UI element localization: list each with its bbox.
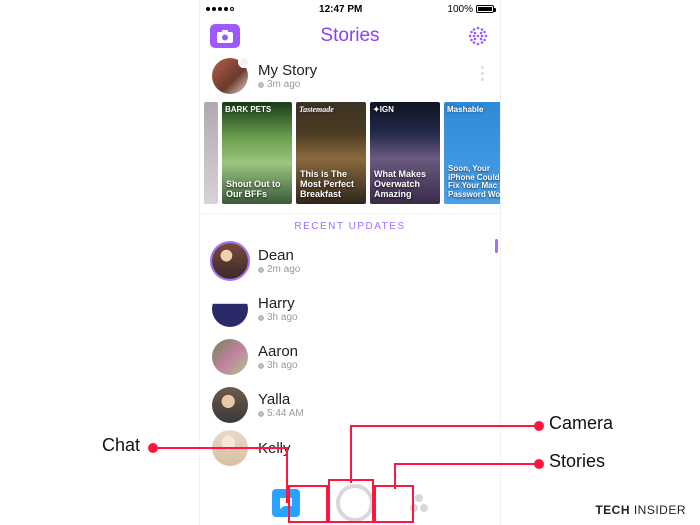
watermark-bold: TECH [595,503,630,517]
friend-avatar [212,339,248,375]
anno-chat-label: Chat [102,435,140,456]
discover-brand: BARK PETS [225,105,289,114]
discover-grid-button[interactable] [466,24,490,48]
discover-caption: Soon, Your iPhone Could Fix Your Mac Pas… [448,165,500,200]
battery-indicator: 100% [447,4,494,15]
my-story-time: 3m ago [258,79,317,90]
friend-row[interactable]: Yalla 5:44 AM [200,381,500,429]
anno-line [394,463,536,465]
scroll-indicator [495,239,498,253]
friend-time: 3h ago [258,312,298,323]
discover-brand: ✦IGN [373,105,437,114]
discover-caption: This is The Most Perfect Breakfast [300,170,362,200]
camera-button[interactable] [210,24,240,48]
my-story-row[interactable]: My Story 3m ago [200,54,500,102]
discover-caption: Shout Out to Our BFFs [226,180,288,200]
watermark-rest: INSIDER [630,503,686,517]
my-story-avatar [212,58,248,94]
discover-tile[interactable]: Tastemade This is The Most Perfect Break… [296,102,366,204]
discover-brand: Mashable [447,105,500,114]
recent-updates-label: RECENT UPDATES [200,214,500,237]
anno-line [394,463,396,489]
friend-row[interactable]: Aaron 3h ago [200,333,500,381]
friend-name: Harry [258,295,298,312]
signal-dots [206,7,234,11]
anno-line [158,447,288,449]
friend-name: Dean [258,247,300,264]
discover-row[interactable]: BARK PETS Shout Out to Our BFFs Tastemad… [200,102,500,214]
status-bar: 12:47 PM 100% [200,0,500,18]
friend-row[interactable]: Harry 3h ago [200,285,500,333]
battery-label: 100% [447,4,473,15]
friend-name: Aaron [258,343,298,360]
friend-name: Yalla [258,391,304,408]
watermark: TECH INSIDER [595,503,686,517]
anno-line [350,425,536,427]
stories-header: Stories [200,18,500,54]
anno-line [350,425,352,483]
stories-icon [415,494,423,502]
discover-tile[interactable]: BARK PETS Shout Out to Our BFFs [222,102,292,204]
my-story-name: My Story [258,62,317,79]
discover-tile[interactable]: ✦IGN What Makes Overwatch Amazing [370,102,440,204]
status-time: 12:47 PM [234,4,447,15]
anno-camera-label: Camera [549,413,613,434]
more-options-button[interactable] [481,66,484,81]
header-title: Stories [200,25,500,47]
nav-stories-button[interactable] [410,494,428,512]
friend-avatar [212,387,248,423]
friend-avatar [212,243,248,279]
bottom-nav [200,481,500,525]
camera-icon [217,30,233,43]
friend-time: 2m ago [258,264,300,275]
discover-tile[interactable]: Mashable Soon, Your iPhone Could Fix You… [444,102,500,204]
nav-camera-button[interactable] [336,484,374,522]
friend-row[interactable]: Dean 2m ago [200,237,500,285]
friend-time: 3h ago [258,360,298,371]
discover-caption: What Makes Overwatch Amazing [374,170,436,200]
anno-line [286,447,288,503]
friend-time: 5:44 AM [258,408,304,419]
anno-dot [148,443,158,453]
friend-avatar [212,291,248,327]
discover-brand: Tastemade [299,105,363,114]
discover-tile[interactable] [204,102,218,204]
grid-dots-icon [467,25,489,47]
anno-stories-label: Stories [549,451,605,472]
